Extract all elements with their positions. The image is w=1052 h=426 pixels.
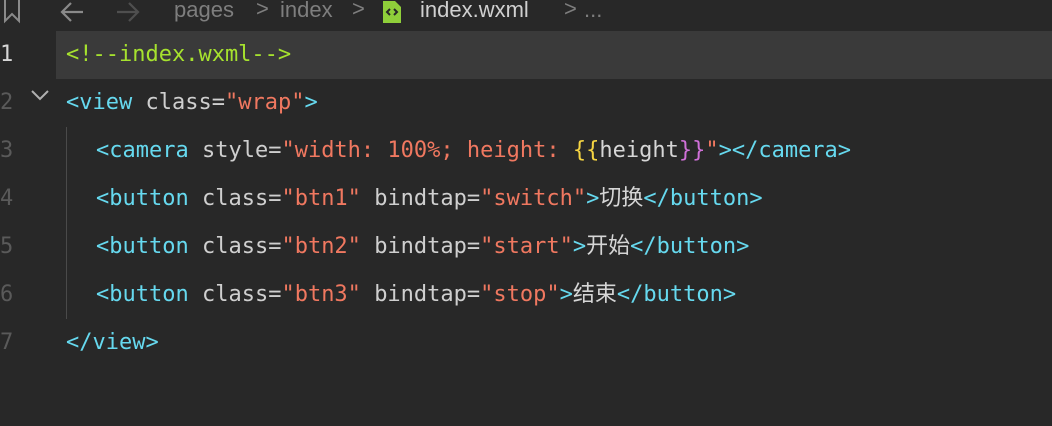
- tag-token: </button>: [630, 234, 750, 259]
- code-line-1[interactable]: <!--index.wxml-->: [66, 40, 291, 70]
- attr-token: bindtap: [374, 282, 467, 307]
- brace-token: {{: [572, 138, 600, 163]
- arrow-right-icon[interactable]: [114, 0, 142, 24]
- text-token: 结束: [572, 282, 617, 307]
- tag-token: </button>: [643, 186, 763, 211]
- punct-token: =: [466, 234, 481, 259]
- text-token: 切换: [599, 186, 644, 211]
- attr-token: class: [201, 234, 269, 259]
- attr-token: style: [201, 138, 269, 163]
- line-number: 6: [0, 282, 14, 307]
- wxml-file-icon: [383, 1, 401, 23]
- tag-token: >: [304, 90, 318, 115]
- code-line-5[interactable]: <button class="btn2" bindtap="start">开始<…: [96, 232, 749, 262]
- string-token: "switch": [480, 186, 587, 211]
- expression-token: height: [599, 138, 679, 163]
- tag-token: <button: [96, 186, 189, 211]
- line-number: 2: [0, 90, 14, 115]
- breadcrumb-ellipsis[interactable]: ...: [584, 0, 602, 23]
- code-line-7[interactable]: </view>: [66, 328, 159, 358]
- code-line-4[interactable]: <button class="btn1" bindtap="switch">切换…: [96, 184, 763, 214]
- tag-token: </view>: [66, 330, 159, 355]
- brace-token: }}: [678, 138, 706, 163]
- tag-token: <view: [66, 90, 133, 115]
- string-token: "wrap": [224, 90, 305, 115]
- breadcrumb-separator: >: [256, 0, 269, 21]
- tag-token: <camera: [96, 138, 189, 163]
- string-token: "start": [480, 234, 573, 259]
- attr-token: bindtap: [374, 234, 467, 259]
- code-line-3[interactable]: <camera style="width: 100%; height: {{he…: [96, 136, 851, 166]
- tag-token: ></camera>: [718, 138, 852, 163]
- line-number: 1: [0, 42, 14, 67]
- breadcrumb-item-file[interactable]: index.wxml: [420, 0, 529, 23]
- string-token: ": [705, 138, 719, 163]
- line-number: 7: [0, 330, 14, 355]
- breadcrumb-separator: >: [564, 0, 577, 21]
- punct-token: =: [211, 90, 225, 115]
- attr-token: class: [201, 282, 269, 307]
- attr-token: bindtap: [374, 186, 467, 211]
- tag-token: >: [586, 186, 600, 211]
- tag-token: <button: [96, 234, 189, 259]
- punct-token: =: [268, 282, 282, 307]
- attr-token: class: [145, 90, 212, 115]
- punct-token: =: [268, 234, 282, 259]
- string-token: "btn3": [281, 282, 361, 307]
- breadcrumb-item-pages[interactable]: pages: [174, 0, 234, 23]
- string-token: "stop": [480, 282, 560, 307]
- chevron-down-icon[interactable]: [30, 88, 50, 102]
- line-number: 3: [0, 138, 14, 163]
- code-line-2[interactable]: <view class="wrap">: [66, 88, 318, 118]
- punct-token: =: [268, 138, 282, 163]
- string-token: "btn1": [281, 186, 361, 211]
- line-number: 4: [0, 186, 14, 211]
- breadcrumb-separator: >: [352, 0, 365, 21]
- bookmark-icon[interactable]: [2, 0, 22, 24]
- tag-token: >: [572, 234, 587, 259]
- code-line-6[interactable]: <button class="btn3" bindtap="stop">结束</…: [96, 280, 736, 310]
- tag-token: >: [559, 282, 573, 307]
- tag-token: </button>: [616, 282, 737, 307]
- breadcrumb: pages > index > index.wxml > ...: [0, 0, 1052, 26]
- breadcrumb-item-index[interactable]: index: [280, 0, 333, 23]
- code-editor[interactable]: pages > index > index.wxml > ... 1 2 3 4…: [0, 0, 1052, 426]
- string-token: "width: 100%; height:: [281, 138, 573, 163]
- arrow-left-icon[interactable]: [58, 0, 86, 24]
- text-token: 开始: [586, 234, 631, 259]
- punct-token: =: [268, 186, 282, 211]
- line-number: 5: [0, 234, 14, 259]
- attr-token: class: [201, 186, 269, 211]
- punct-token: =: [466, 186, 481, 211]
- comment-token: <!--index.wxml-->: [66, 42, 292, 67]
- tag-token: <button: [96, 282, 189, 307]
- punct-token: =: [466, 282, 481, 307]
- indent-guide: [66, 127, 67, 319]
- string-token: "btn2": [281, 234, 361, 259]
